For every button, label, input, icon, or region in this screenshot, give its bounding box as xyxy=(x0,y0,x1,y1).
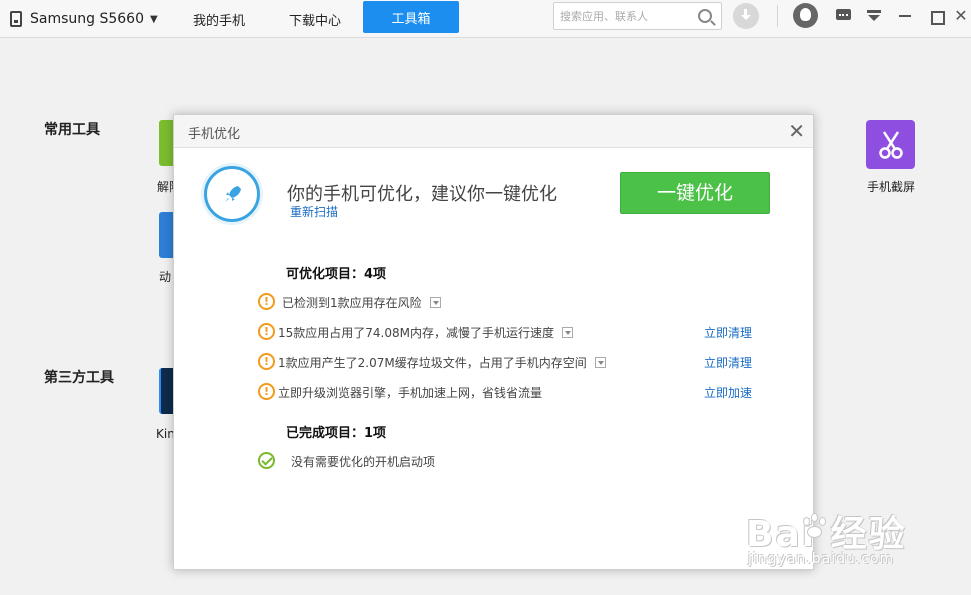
tool-tile-partial[interactable] xyxy=(159,212,173,258)
device-selector[interactable]: Samsung S5660 ▼ xyxy=(10,0,158,38)
warning-icon: ! xyxy=(258,383,275,400)
third-party-tools-label: 第三方工具 xyxy=(44,370,114,386)
message-icon[interactable] xyxy=(834,6,854,26)
scissors-icon xyxy=(879,131,903,159)
close-window-icon[interactable]: ✕ xyxy=(951,6,971,26)
speed-up-now-link[interactable]: 立即加速 xyxy=(704,384,752,401)
nav-my-phone[interactable]: 我的手机 xyxy=(176,0,262,38)
expand-icon[interactable] xyxy=(594,357,606,368)
tool-label-partial: Kin xyxy=(156,427,175,441)
phone-icon xyxy=(10,11,22,27)
expand-icon[interactable] xyxy=(561,327,573,338)
warning-icon: ! xyxy=(258,293,275,310)
clean-now-link[interactable]: 立即清理 xyxy=(704,324,752,341)
toolbar-divider xyxy=(777,5,778,27)
optimize-dialog: 手机优化 ✕ 你的手机可优化，建议你一键优化 重新扫描 一键优化 可优化项目：4… xyxy=(173,114,814,570)
download-icon[interactable] xyxy=(733,3,759,29)
item-text: 没有需要优化的开机启动项 xyxy=(291,455,436,469)
menu-icon[interactable] xyxy=(864,6,884,26)
tool-tile-partial[interactable] xyxy=(159,120,173,166)
item-text: 1款应用产生了2.07M缓存垃圾文件，占用了手机内存空间 xyxy=(278,356,587,370)
nav-toolbox[interactable]: 工具箱 xyxy=(363,1,459,33)
one-click-optimize-button[interactable]: 一键优化 xyxy=(620,172,770,214)
list-item: ! 15款应用占用了74.08M内存，减慢了手机运行速度 立即清理 xyxy=(258,322,768,342)
rocket-icon xyxy=(204,166,260,222)
search-box xyxy=(553,2,722,30)
third-party-tile-partial[interactable] xyxy=(159,368,173,414)
item-text: 已检测到1款应用存在风险 xyxy=(282,296,422,310)
watermark-url: jingyan.baidu.com xyxy=(748,551,895,567)
warning-icon: ! xyxy=(258,353,275,370)
nav-download-center[interactable]: 下载中心 xyxy=(274,0,356,38)
screenshot-tool-label: 手机截屏 xyxy=(866,180,915,194)
top-bar: Samsung S5660 ▼ 我的手机 下载中心 工具箱 ✕ xyxy=(0,0,971,38)
minimize-icon[interactable] xyxy=(895,6,915,26)
warning-icon: ! xyxy=(258,323,275,340)
device-name: Samsung S5660 xyxy=(30,11,144,27)
dialog-header: 手机优化 ✕ xyxy=(174,115,813,148)
close-icon[interactable]: ✕ xyxy=(788,119,805,143)
tool-label-partial: 动 xyxy=(159,270,172,284)
dialog-title: 手机优化 xyxy=(188,127,241,142)
search-icon[interactable] xyxy=(698,9,712,23)
clean-now-link[interactable]: 立即清理 xyxy=(704,354,752,371)
paw-icon xyxy=(801,513,829,539)
completed-items-title: 已完成项目：1项 xyxy=(286,426,387,441)
item-text: 15款应用占用了74.08M内存，减慢了手机运行速度 xyxy=(278,326,554,340)
baidu-watermark: Bai 经验 jingyan.baidu.com xyxy=(746,505,968,575)
rescan-link[interactable]: 重新扫描 xyxy=(290,203,338,220)
chevron-down-icon: ▼ xyxy=(150,13,158,25)
maximize-icon[interactable] xyxy=(926,6,946,26)
expand-icon[interactable] xyxy=(429,297,441,308)
list-item: 没有需要优化的开机启动项 xyxy=(258,451,768,471)
common-tools-label: 常用工具 xyxy=(44,122,100,138)
item-text: 立即升级浏览器引擎，手机加速上网，省钱省流量 xyxy=(278,386,543,400)
check-circle-icon xyxy=(258,452,275,469)
list-item: ! 立即升级浏览器引擎，手机加速上网，省钱省流量 立即加速 xyxy=(258,382,768,402)
pending-items-title: 可优化项目：4项 xyxy=(286,267,387,282)
search-input[interactable] xyxy=(554,3,692,29)
screenshot-tool-tile[interactable] xyxy=(866,120,915,169)
qq-avatar-icon[interactable] xyxy=(793,3,818,28)
list-item: ! 1款应用产生了2.07M缓存垃圾文件，占用了手机内存空间 立即清理 xyxy=(258,352,768,372)
list-item: ! 已检测到1款应用存在风险 xyxy=(258,292,768,312)
